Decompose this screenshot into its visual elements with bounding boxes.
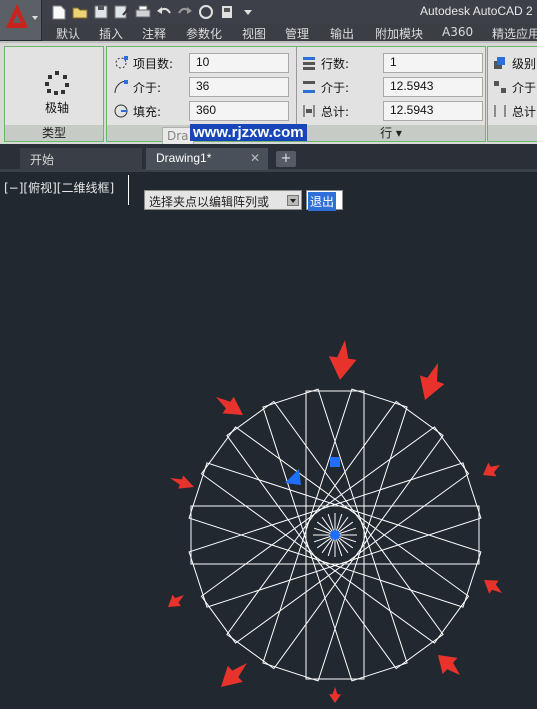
new-icon[interactable]: [50, 4, 67, 20]
levels-between-row: 介于: [492, 77, 536, 97]
tab-start-label: 开始: [30, 153, 55, 167]
polar-array-drawing[interactable]: [0, 175, 537, 709]
levels-total-row: 总计: [492, 101, 536, 121]
undo-icon[interactable]: [155, 4, 172, 20]
redo-icon[interactable]: [176, 4, 193, 20]
rows-total-field[interactable]: 12.5943: [383, 101, 483, 121]
annotation-arrow-icon: [170, 475, 194, 489]
tab-drawing1[interactable]: Drawing1* ✕: [146, 148, 268, 170]
rows-between-label: 介于:: [321, 80, 350, 95]
tab-manage[interactable]: 管理: [285, 25, 309, 42]
levels-total-label: 总计: [512, 104, 537, 119]
annotation-arrow-icon: [216, 396, 243, 415]
rows-count-field[interactable]: 1: [383, 53, 483, 73]
type-group: 极轴 类型: [4, 46, 104, 142]
levels-group: 级别 介于 总计: [487, 46, 537, 142]
levels-total-icon: [494, 105, 506, 117]
items-between-field[interactable]: 36: [189, 77, 289, 97]
print-icon[interactable]: [134, 4, 151, 20]
tab-insert[interactable]: 插入: [99, 25, 123, 42]
items-count-row: 项目数:: [113, 53, 173, 73]
chevron-down-icon: [32, 16, 38, 20]
annotation-arrow-icon: [168, 594, 184, 607]
rows-total-icon: [303, 105, 315, 117]
items-between-label: 介于:: [133, 80, 162, 95]
fill-icon: [114, 104, 128, 118]
tab-output[interactable]: 输出: [330, 25, 354, 42]
save-icon[interactable]: [92, 4, 109, 20]
items-icon: [115, 56, 128, 69]
tab-view[interactable]: 视图: [242, 25, 266, 42]
rows-group: 行数: 1 介于: 12.5943 总计: 12.5943 行 ▾: [296, 46, 486, 142]
items-between-row: 介于:: [113, 77, 161, 97]
open-icon[interactable]: [71, 4, 88, 20]
tab-start[interactable]: 开始: [20, 148, 142, 170]
center-grip-icon[interactable]: [330, 530, 340, 540]
levels-between-icon: [494, 81, 506, 93]
levels-icon: [494, 57, 505, 69]
drawing-canvas[interactable]: [−][俯视][二维线框] 选择夹点以编辑阵列或 退出: [0, 175, 537, 709]
annotation-arrow-icon: [484, 580, 502, 594]
workspace-icon[interactable]: [218, 4, 235, 20]
rows-icon: [303, 57, 315, 70]
rows-panel-footer[interactable]: 行 ▾: [297, 125, 485, 141]
rows-between-icon: [303, 81, 315, 93]
annotation-arrow-icon: [329, 687, 341, 703]
triangle-grip-icon[interactable]: [285, 469, 301, 485]
levels-panel-footer: [488, 125, 537, 141]
square-grip-icon[interactable]: [330, 457, 340, 467]
items-fill-label: 填充:: [133, 104, 162, 119]
items-fill-row: 填充:: [113, 101, 161, 121]
autocad-window: Autodesk AutoCAD 2 默认 插入 注释 参数化 视图 管理 输出…: [0, 0, 537, 709]
tab-annotate[interactable]: 注释: [142, 25, 166, 42]
ribbon-tabs: 默认 插入 注释 参数化 视图 管理 输出 附加模块 A360 精选应用: [42, 24, 537, 41]
quick-access-toolbar: [50, 3, 256, 21]
angle-icon: [114, 80, 128, 94]
rows-total-label: 总计:: [321, 104, 350, 119]
rows-between-field[interactable]: 12.5943: [383, 77, 483, 97]
rows-total-row: 总计:: [301, 101, 349, 121]
annotation-arrow-icon: [328, 340, 357, 380]
tab-featured-apps[interactable]: 精选应用: [492, 25, 537, 42]
annotation-arrow-icon: [419, 363, 445, 400]
watermark: www.rjzxw.com: [190, 124, 307, 141]
items-count-field[interactable]: 10: [189, 53, 289, 73]
annotation-arrow-icon: [438, 655, 460, 675]
tab-parametric[interactable]: 参数化: [186, 25, 222, 42]
tab-default[interactable]: 默认: [56, 25, 80, 42]
tab-drawing1-label: Drawing1*: [156, 151, 212, 165]
close-icon[interactable]: ✕: [250, 151, 260, 165]
tab-a360[interactable]: A360: [442, 25, 473, 39]
levels-label: 级别: [512, 56, 537, 71]
type-panel-footer: 类型: [5, 125, 103, 141]
polar-array-icon[interactable]: [43, 69, 71, 97]
levels-between-label: 介于: [512, 80, 537, 95]
items-fill-field[interactable]: 360: [189, 101, 289, 121]
tooltip-tag: Dra: [162, 127, 194, 145]
rows-label: 行数:: [321, 56, 350, 71]
items-label: 项目数:: [133, 56, 174, 71]
document-tabs: 开始 Drawing1* ✕ +: [0, 144, 537, 172]
customize-qat-icon[interactable]: [239, 4, 256, 20]
window-title: Autodesk AutoCAD 2: [420, 4, 533, 18]
application-menu-button[interactable]: [0, 0, 42, 40]
polar-button-label[interactable]: 极轴: [45, 99, 69, 116]
title-bar: Autodesk AutoCAD 2: [0, 0, 537, 24]
annotation-arrow-icon: [221, 663, 247, 687]
share-icon[interactable]: [197, 4, 214, 20]
annotation-arrow-icon: [483, 462, 500, 477]
tab-addins[interactable]: 附加模块: [375, 25, 423, 42]
rows-count-row: 行数:: [301, 53, 349, 73]
saveas-icon[interactable]: [113, 4, 130, 20]
new-tab-button[interactable]: +: [276, 151, 296, 167]
rows-between-row: 介于:: [301, 77, 349, 97]
levels-row: 级别: [492, 53, 536, 73]
